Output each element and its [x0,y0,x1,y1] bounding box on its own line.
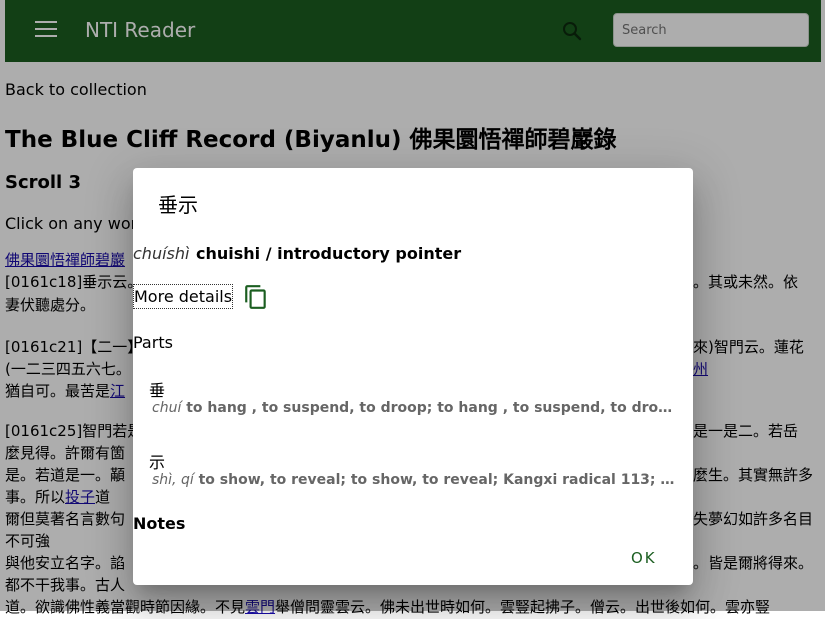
part-pinyin: shì, qí [152,472,194,488]
part-definition: shì, qí to show, to reveal; to show, to … [152,472,678,488]
word-detail-dialog: 垂示 chuíshì chuishi / introductory pointe… [133,168,693,585]
part-english: to show, to reveal; to show, to reveal; … [198,472,678,488]
dialog-english: chuishi / introductory pointer [196,244,462,263]
dialog-pinyin: chuíshì [133,244,190,263]
ok-button[interactable]: OK [631,549,657,567]
more-details-link[interactable]: More details [133,284,234,309]
part-english: to hang , to suspend, to droop; to hang … [186,400,678,416]
part-pinyin: chuí [152,400,182,416]
notes-label: Notes [133,514,186,533]
part-definition: chuí to hang , to suspend, to droop; to … [152,400,678,416]
dialog-headword: 垂示 [158,193,198,217]
copy-icon[interactable] [243,284,269,310]
parts-label: Parts [133,333,173,352]
part-character[interactable]: 示 [149,449,165,473]
part-character[interactable]: 垂 [149,377,165,401]
